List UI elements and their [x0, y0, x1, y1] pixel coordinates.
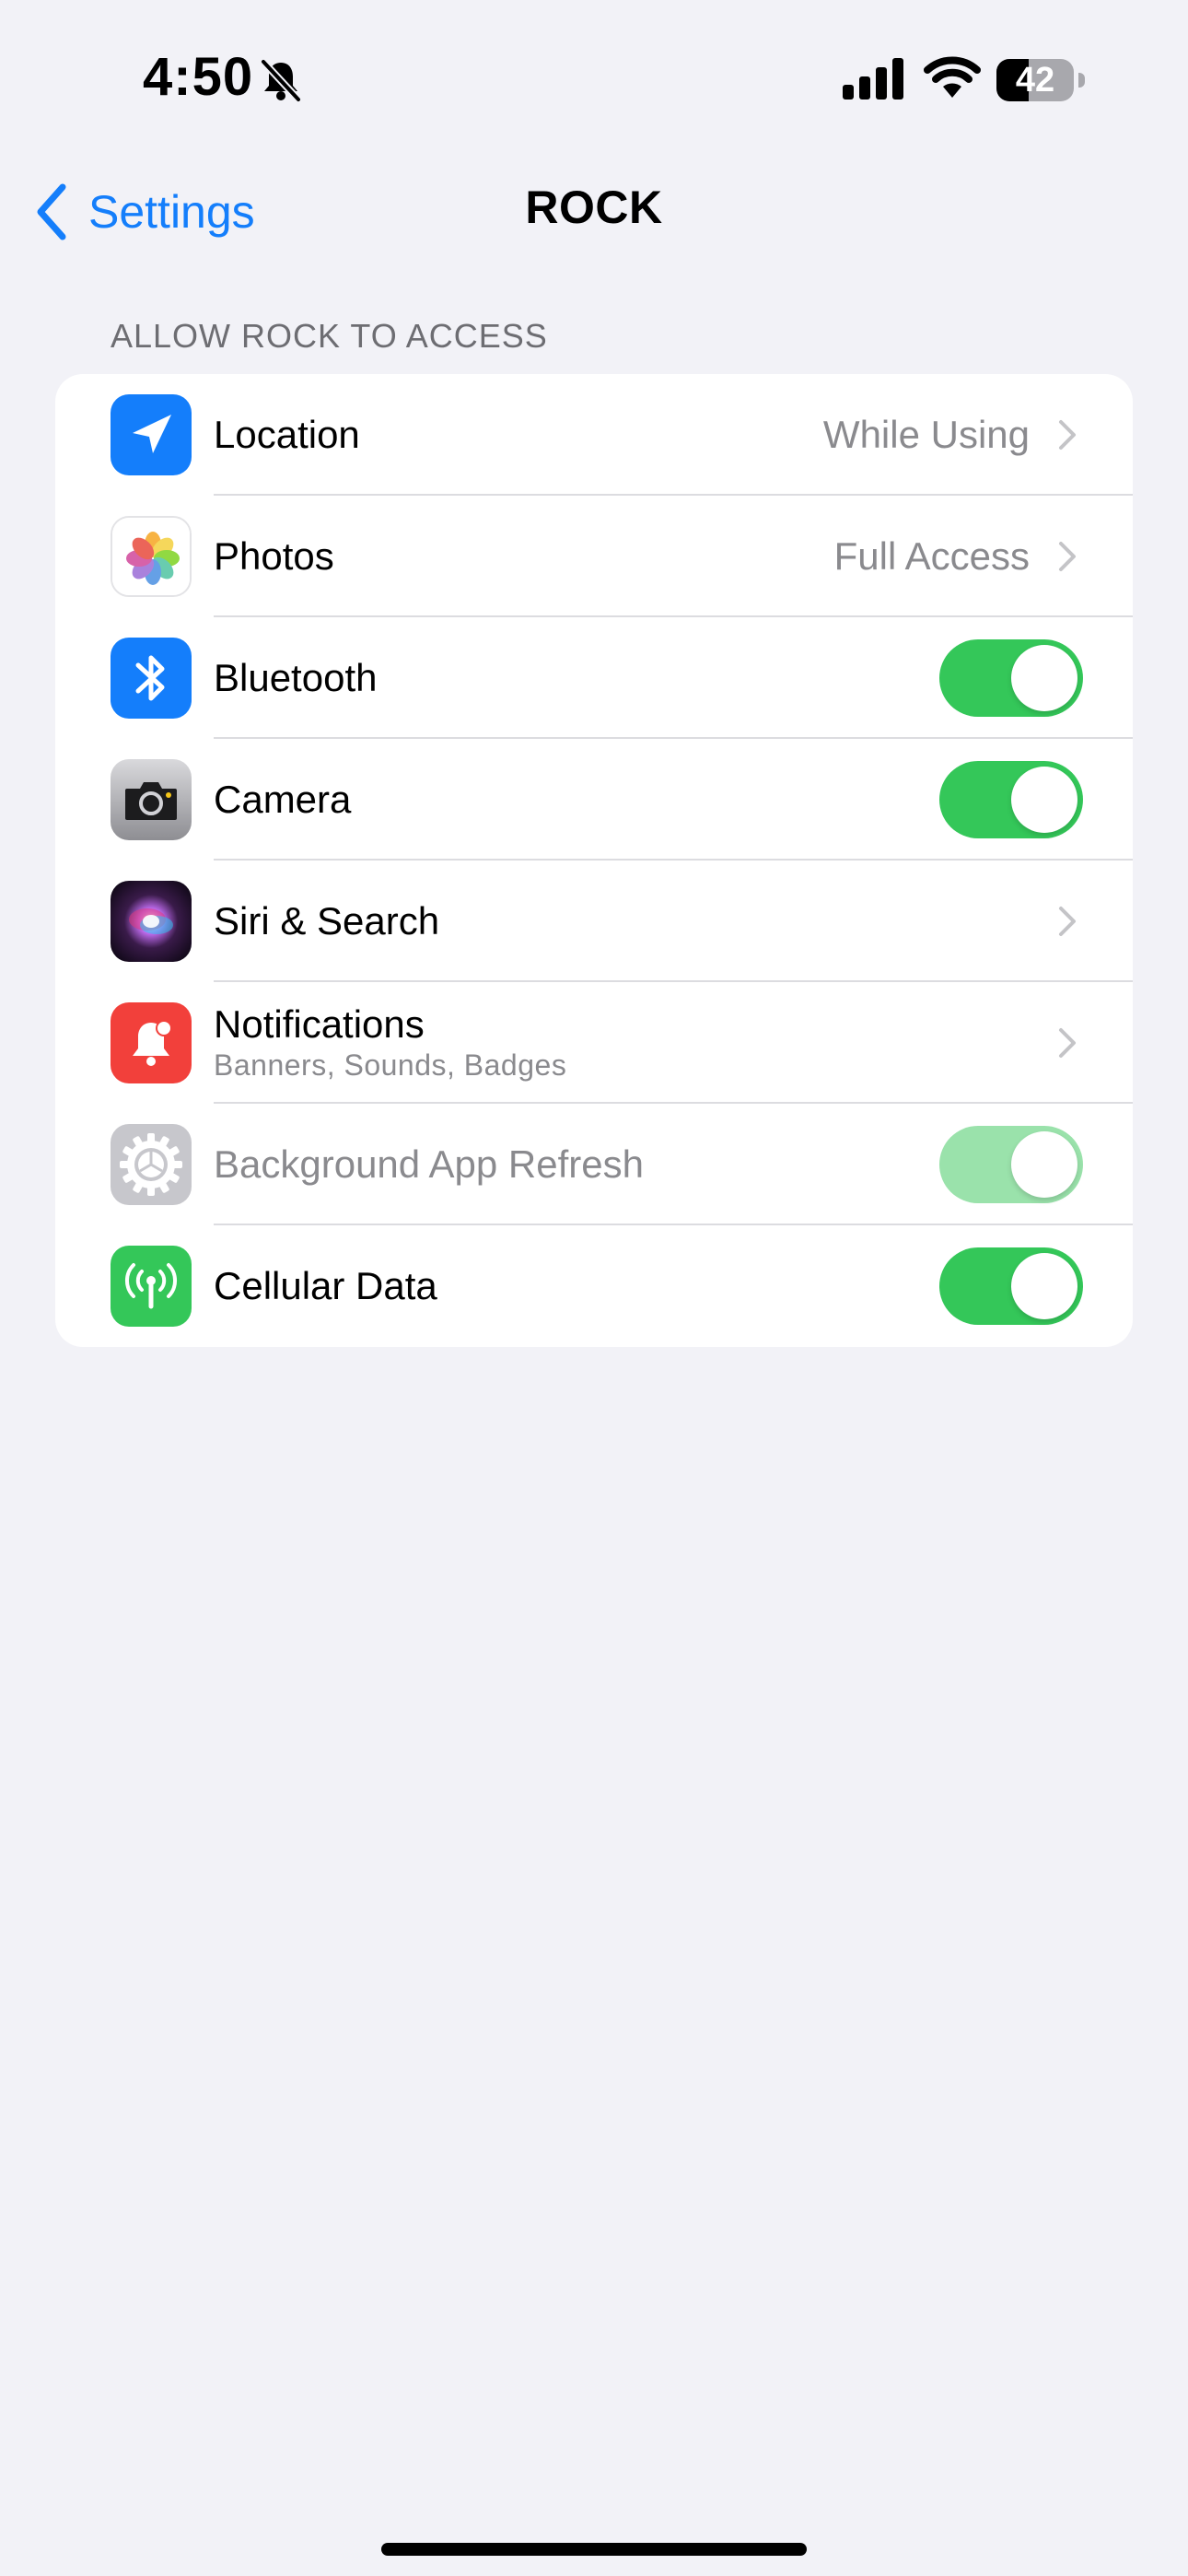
status-bar: 4:50 42 — [0, 0, 1188, 157]
list-row-cellular-data: Cellular Data — [55, 1225, 1133, 1347]
list-row-photos[interactable]: Photos Full Access — [55, 496, 1133, 617]
cellular-data-toggle[interactable] — [939, 1247, 1083, 1325]
bell-slash-icon — [261, 59, 301, 102]
row-value: Full Access — [833, 534, 1030, 578]
cellular-signal-icon — [843, 58, 903, 100]
gear-icon — [111, 1124, 192, 1205]
bluetooth-toggle[interactable] — [939, 639, 1083, 717]
home-indicator[interactable] — [381, 2543, 807, 2556]
camera-toggle[interactable] — [939, 761, 1083, 838]
wifi-icon — [924, 56, 981, 98]
location-arrow-icon — [111, 394, 192, 475]
list-row-notifications[interactable]: Notifications Banners, Sounds, Badges — [55, 982, 1133, 1104]
status-time: 4:50 — [143, 47, 254, 107]
row-label: Siri & Search — [214, 899, 440, 943]
permissions-list: Location While Using Photos Full Access … — [55, 374, 1133, 1347]
row-label: Cellular Data — [214, 1264, 437, 1307]
camera-icon — [111, 759, 192, 840]
row-label: Photos — [214, 534, 334, 578]
row-label: Background App Refresh — [214, 1142, 644, 1186]
battery-icon: 42 — [996, 59, 1085, 101]
row-sublabel: Banners, Sounds, Badges — [214, 1048, 567, 1082]
chevron-right-icon — [1059, 542, 1076, 571]
list-row-background-app-refresh: Background App Refresh — [55, 1104, 1133, 1225]
row-label: Notifications — [214, 1002, 425, 1046]
list-row-bluetooth: Bluetooth — [55, 617, 1133, 739]
antenna-icon — [111, 1246, 192, 1327]
notification-bell-icon — [111, 1002, 192, 1083]
list-row-location[interactable]: Location While Using — [55, 374, 1133, 496]
bluetooth-icon — [111, 638, 192, 719]
section-header: ALLOW ROCK TO ACCESS — [111, 317, 548, 355]
battery-level: 42 — [1015, 61, 1055, 100]
row-label: Bluetooth — [214, 656, 378, 699]
chevron-right-icon — [1059, 907, 1076, 936]
chevron-right-icon — [1059, 1028, 1076, 1058]
list-row-camera: Camera — [55, 739, 1133, 861]
siri-icon — [111, 881, 192, 962]
page-title: ROCK — [525, 181, 663, 233]
row-value: While Using — [822, 413, 1030, 456]
chevron-right-icon — [1059, 420, 1076, 450]
photos-flower-icon — [111, 516, 192, 597]
row-label: Camera — [214, 778, 352, 821]
row-label: Location — [214, 413, 360, 456]
background-app-refresh-toggle[interactable] — [939, 1126, 1083, 1203]
list-row-siri-search[interactable]: Siri & Search — [55, 861, 1133, 982]
